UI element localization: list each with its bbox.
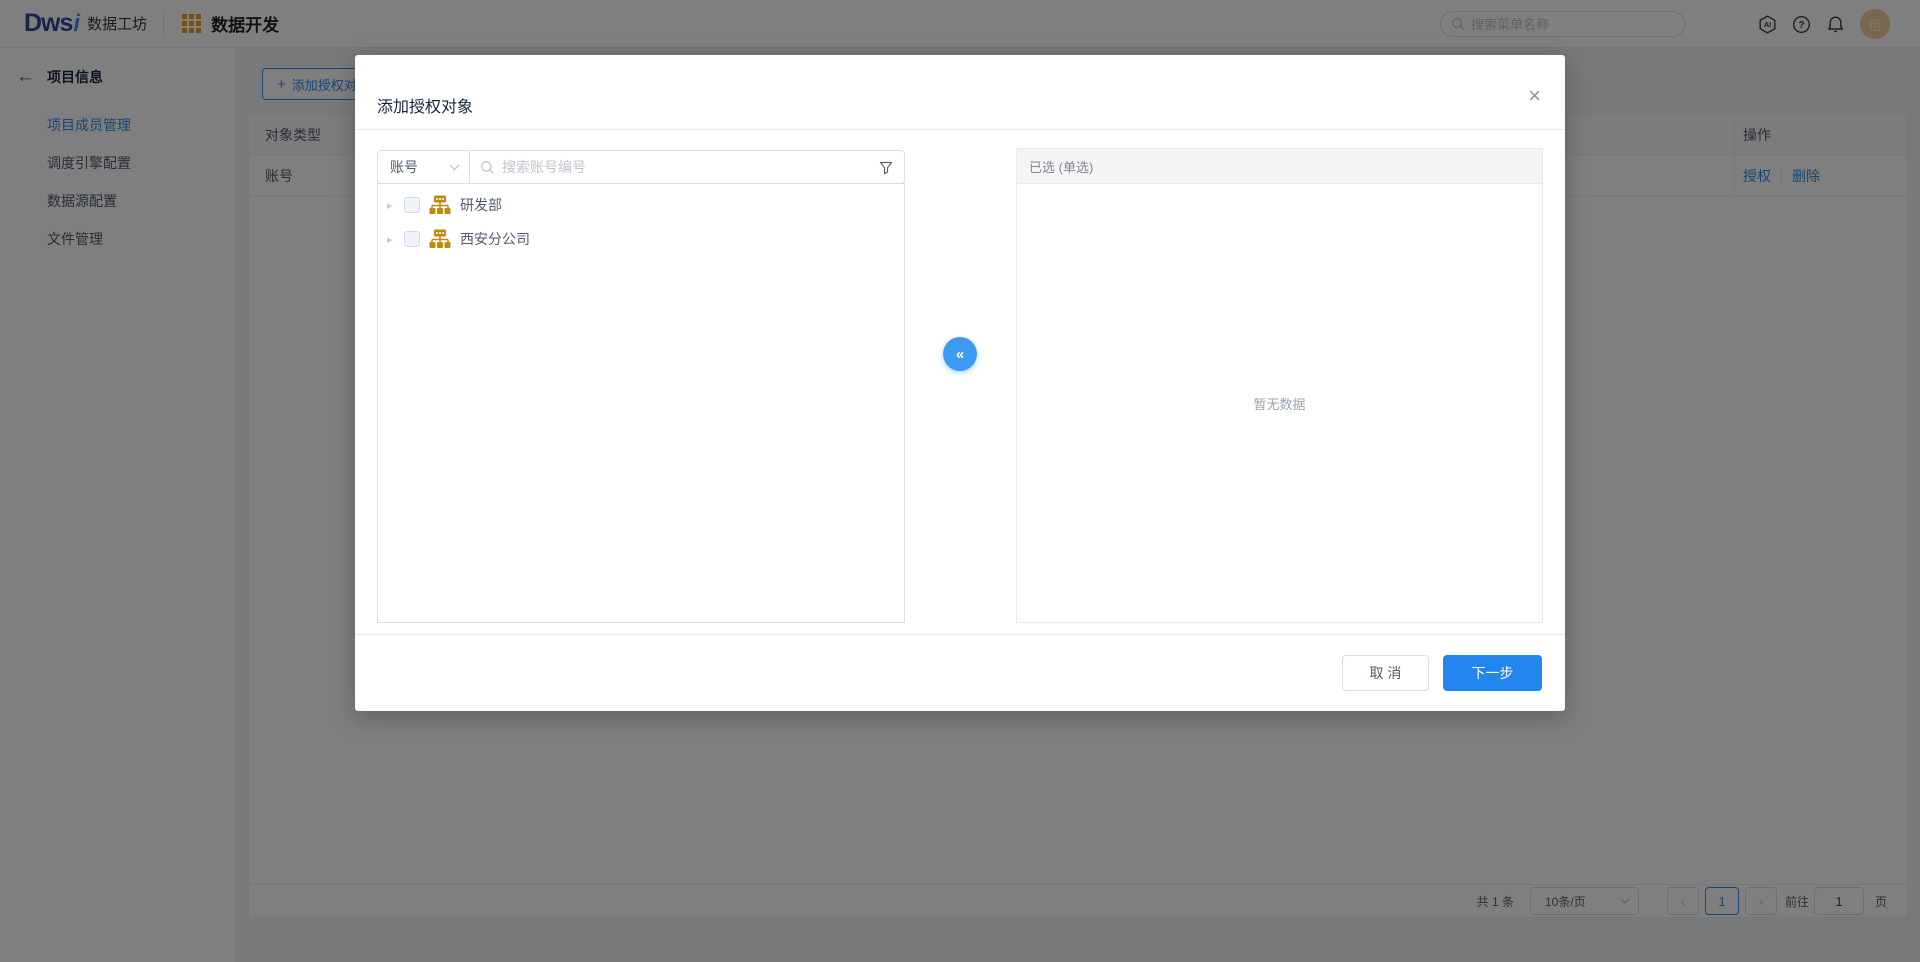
filter-funnel-icon[interactable]	[879, 161, 893, 175]
expand-caret-icon[interactable]: ▸	[387, 233, 404, 246]
next-step-button[interactable]: 下一步	[1443, 655, 1542, 691]
modal-header-divider	[355, 129, 1565, 130]
chevron-down-icon	[449, 164, 460, 171]
tree-node-xian-branch[interactable]: ▸ 西安分公司	[378, 222, 904, 256]
org-chart-icon	[429, 195, 451, 215]
add-authorization-modal: 添加授权对象 × 账号 ▸ 研发部 ▸	[355, 55, 1565, 711]
tree-node-label: 西安分公司	[460, 229, 530, 249]
double-chevron-left-icon: «	[956, 346, 964, 363]
org-chart-icon	[429, 229, 451, 249]
tree-checkbox[interactable]	[404, 231, 420, 247]
tree-node-label: 研发部	[460, 195, 502, 215]
transfer-left-button[interactable]: «	[943, 337, 977, 371]
expand-caret-icon[interactable]: ▸	[387, 199, 404, 212]
object-type-select[interactable]: 账号	[377, 150, 470, 184]
selected-panel-header: 已选 (单选)	[1017, 149, 1542, 184]
account-search-input[interactable]	[502, 159, 870, 175]
modal-title: 添加授权对象	[377, 93, 473, 117]
tree-checkbox[interactable]	[404, 197, 420, 213]
tree-node-rnd-dept[interactable]: ▸ 研发部	[378, 188, 904, 222]
search-icon	[480, 160, 495, 175]
close-icon[interactable]: ×	[1528, 85, 1541, 107]
cancel-button[interactable]: 取 消	[1342, 655, 1429, 691]
account-search-box[interactable]	[469, 150, 905, 184]
selected-panel: 已选 (单选) 暂无数据	[1016, 148, 1543, 623]
empty-state-text: 暂无数据	[1253, 394, 1305, 413]
modal-footer: 取 消 下一步	[355, 634, 1565, 711]
app-window: Dws i 数据工坊 数据开发 AI ? 租	[0, 0, 1920, 962]
organization-tree: ▸ 研发部 ▸ 西安分公司	[377, 183, 905, 623]
selected-panel-body: 暂无数据	[1017, 184, 1542, 622]
object-type-value: 账号	[390, 157, 418, 177]
